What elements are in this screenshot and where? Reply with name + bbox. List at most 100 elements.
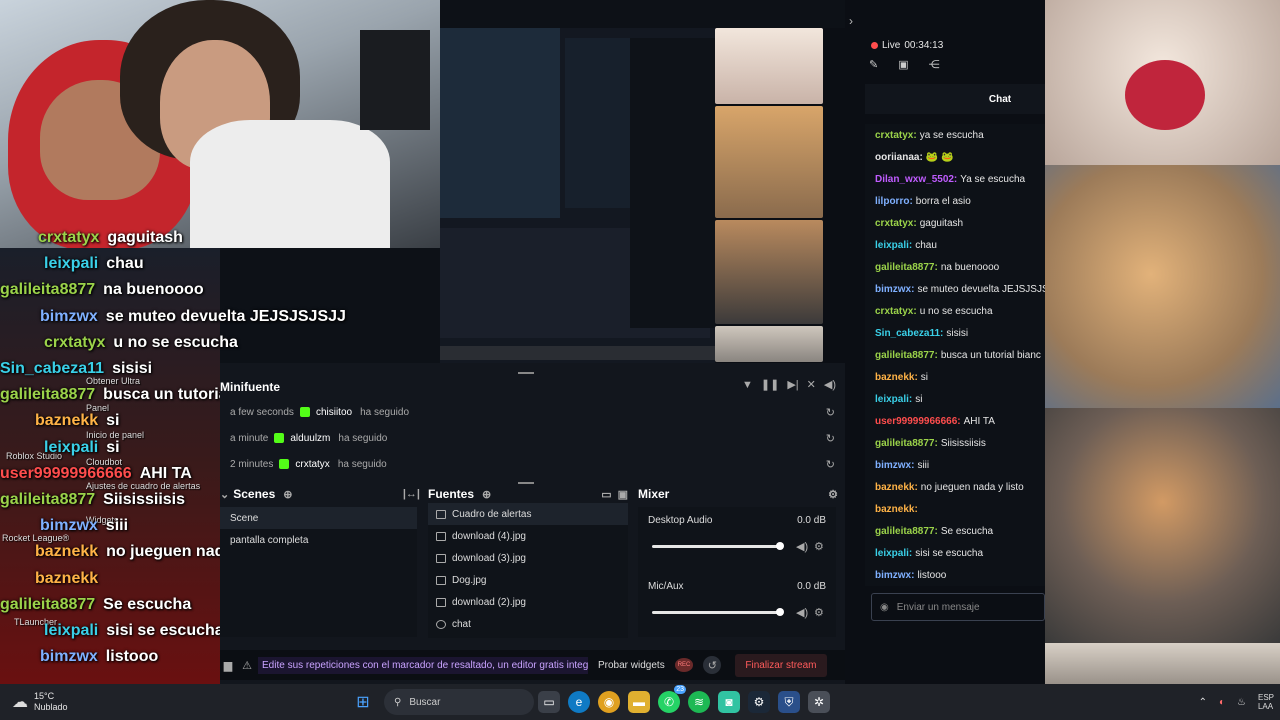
channel-settings-icon[interactable]: ⚙ [814, 606, 824, 619]
mic-icon[interactable]: ♨ [1237, 697, 1246, 708]
filter-icon[interactable]: ▼ [742, 378, 753, 391]
overlay-chat-line: crxtatyx gaguitash [38, 229, 478, 247]
volume-knob[interactable] [776, 542, 784, 550]
chat-username[interactable]: baznekk: [875, 504, 918, 515]
volume-knob[interactable] [776, 608, 784, 616]
chat-username[interactable]: crxtatyx: [875, 306, 917, 317]
file-explorer-icon[interactable]: ▭ [538, 691, 560, 713]
chat-message: Sin_cabeza11: sisisi [865, 322, 1045, 344]
chat-username[interactable]: user99999966666: [875, 416, 961, 427]
chat-username[interactable]: galileita8877: [875, 350, 938, 361]
chat-username[interactable]: leixpali: [875, 240, 912, 251]
source-item[interactable]: download (3).jpg [428, 547, 628, 569]
mute-icon[interactable]: ◀) [796, 540, 808, 553]
chat-username[interactable]: ooriianaa: [875, 152, 923, 163]
edge-icon[interactable]: e [568, 691, 590, 713]
replay-icon[interactable]: ↻ [826, 458, 835, 471]
settings-icon[interactable]: ✲ [808, 691, 830, 713]
end-stream-button[interactable]: Finalizar stream [735, 653, 827, 677]
chat-username[interactable]: galileita8877: [875, 438, 938, 449]
rec-button[interactable]: REC [674, 658, 694, 672]
overlay-chat-message: u no se escucha [113, 333, 238, 351]
emote-icon[interactable]: ◉ [880, 602, 889, 613]
edit-icon[interactable]: ✎ [869, 58, 878, 71]
add-source-icon[interactable]: ⊕ [482, 488, 491, 501]
taskbar-search[interactable]: ⚲ Buscar [384, 689, 534, 715]
chat-title: Chat [988, 93, 1012, 105]
test-widgets-button[interactable]: Probar widgets [598, 660, 665, 671]
tray-lang[interactable]: ESP [1258, 693, 1274, 702]
share-box-icon[interactable]: ▣ [898, 58, 908, 71]
chrome-icon[interactable]: ◉ [598, 691, 620, 713]
scene-item[interactable]: pantalla completa [220, 529, 417, 551]
warning-icon[interactable]: ⚠ [236, 659, 258, 672]
tray-chevron-icon[interactable]: ⌃ [1199, 697, 1207, 708]
volume-slider[interactable] [652, 608, 784, 616]
chat-message: crxtatyx: ya se escucha [865, 124, 1045, 146]
chat-username[interactable]: galileita8877: [875, 262, 938, 273]
chat-username[interactable]: baznekk: [875, 482, 918, 493]
source-settings-icon[interactable]: ▭ [601, 488, 611, 501]
overlay-chat-user: leixpali [44, 255, 99, 273]
chat-username[interactable]: Dilan_wxw_5502: [875, 174, 957, 185]
source-item[interactable]: chat [428, 613, 628, 635]
weather-widget[interactable]: ☁ 15°C Nublado [12, 691, 312, 713]
mute-icon[interactable]: ◀) [796, 606, 808, 619]
share-icon[interactable]: ⋲ [929, 58, 940, 71]
windows-start-icon[interactable]: ⊞ [352, 691, 374, 713]
overlay-chat-user: baznekk [35, 412, 99, 430]
scene-item[interactable]: Scene [220, 507, 417, 529]
chat-message: crxtatyx: gaguitash [865, 212, 1045, 234]
chat-username[interactable]: baznekk: [875, 372, 918, 383]
source-item[interactable]: Dog.jpg [428, 569, 628, 591]
chat-username[interactable]: bimzwx: [875, 570, 914, 581]
chat-username[interactable]: bimzwx: [875, 460, 914, 471]
source-group-icon[interactable]: ▣ [618, 488, 628, 501]
chat-username[interactable]: galileita8877: [875, 526, 938, 537]
stats-icon[interactable]: ▆ [220, 659, 236, 672]
chat-username[interactable]: Sin_cabeza11: [875, 328, 943, 339]
volume-slider[interactable] [652, 542, 784, 550]
overlay-chat-user: leixpali [44, 438, 99, 456]
channel-level: 0.0 dB [797, 581, 826, 592]
chat-username[interactable]: leixpali: [875, 548, 912, 559]
replay-icon[interactable]: ↻ [826, 432, 835, 445]
collapse-icon[interactable]: ⌄ [220, 488, 229, 501]
replay-icon[interactable]: ↻ [826, 406, 835, 419]
overlay-chat-message: sisisi [112, 360, 153, 377]
volume-icon[interactable]: ◀) [824, 378, 836, 391]
sources-header: Fuentes ⊕ ▭ ▣ [428, 483, 628, 505]
add-scene-icon[interactable]: ⊕ [283, 488, 292, 501]
drag-handle-top[interactable] [518, 372, 534, 374]
chat-input[interactable]: ◉ Enviar un mensaje [871, 593, 1045, 621]
chat-text: 🐸 🐸 [925, 151, 954, 163]
chat-username[interactable]: crxtatyx: [875, 218, 917, 229]
pause-icon[interactable]: ❚❚ [761, 378, 779, 391]
preview-panel-a [440, 28, 560, 218]
promo-banner[interactable]: Edite sus repeticiones con el marcador d… [258, 656, 588, 674]
vpn-icon[interactable]: ⛨ [778, 691, 800, 713]
overlay-chat-message: si [106, 438, 120, 456]
mute-alerts-icon[interactable]: ✕ [807, 378, 816, 391]
source-item[interactable]: download (4).jpg [428, 525, 628, 547]
overlay-chat-message: na buenoooo [103, 281, 204, 299]
chat-username[interactable]: leixpali: [875, 394, 912, 405]
scene-transition-icon[interactable]: |↔| [403, 488, 420, 500]
chat-username[interactable]: crxtatyx: [875, 130, 917, 141]
spotify-icon[interactable]: ≋ [688, 691, 710, 713]
streamlabs-icon[interactable]: ◙ [718, 691, 740, 713]
replay-buffer-icon[interactable]: ↺ [703, 656, 722, 674]
whatsapp-icon[interactable]: ✆ 23 [658, 685, 686, 713]
source-item[interactable]: Cuadro de alertas [428, 503, 628, 525]
chevron-right-icon[interactable]: › [849, 14, 853, 28]
tray-app-icon[interactable]: ◐ [1219, 697, 1225, 708]
folder-icon[interactable]: ▬ [628, 691, 650, 713]
skip-icon[interactable]: ▶| [787, 378, 798, 391]
source-item[interactable]: download (2).jpg [428, 591, 628, 613]
chat-username[interactable]: bimzwx: [875, 284, 914, 295]
steam-icon[interactable]: ⚙ [748, 691, 770, 713]
mixer-settings-icon[interactable]: ⚙ [828, 488, 838, 501]
weather-temp: 15°C [34, 691, 55, 701]
chat-username[interactable]: lilporro: [875, 196, 913, 207]
channel-settings-icon[interactable]: ⚙ [814, 540, 824, 553]
